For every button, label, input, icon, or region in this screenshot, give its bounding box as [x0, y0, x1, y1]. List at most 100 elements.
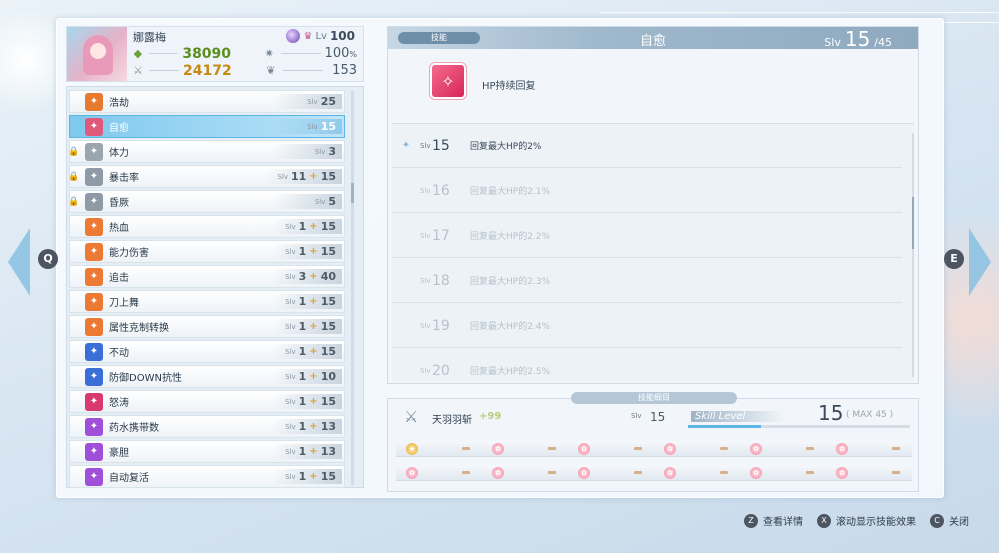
skill-level-bar-fill — [688, 425, 762, 428]
element-orb-icon — [286, 29, 301, 43]
skill-row[interactable]: ✦ 浩劫 Slv 25 — [69, 90, 345, 113]
skill-list-scroll-thumb[interactable] — [351, 183, 354, 203]
revive-icon: ✦ — [85, 467, 103, 486]
flower-gem-icon: ✿ — [492, 442, 504, 455]
skill-row[interactable]: ✦ 药水携带数 Slv 1 +13 — [69, 415, 345, 438]
hint-label: 查看详情 — [763, 517, 803, 528]
level-list-scrollbar[interactable] — [912, 133, 914, 377]
flower-gem-icon: ✿ — [836, 442, 848, 455]
flower-gem-icon: ✿ — [664, 442, 676, 455]
skill-name: 自动复活 — [109, 473, 149, 484]
detail-header: 技能 自愈 Slv 15 /45 — [388, 27, 918, 51]
level-effect-row: Slv 19 回复最大HP的2.4% — [392, 304, 902, 348]
level-effect-row: ✦ Slv 15 回复最大HP的2% — [392, 124, 902, 168]
skill-level: Slv 1 +15 — [272, 244, 342, 259]
wave-icon: ✦ — [85, 392, 103, 411]
skill-name: 怒涛 — [109, 398, 129, 409]
skill-list-scrollbar[interactable] — [351, 91, 354, 485]
skill-level: Slv 1 +15 — [272, 344, 342, 359]
character-card: 娜露梅 ♛ Lv 100 ◆ 38090 ✷ 100% ⚔ 24172 ❦ 15… — [66, 26, 364, 82]
level-effect-row: Slv 20 回复最大HP的2.5% — [392, 349, 902, 381]
awakening-gem-slot: ✿ — [826, 441, 912, 457]
detail-slv-max: /45 — [874, 36, 892, 49]
level-effect-list: ✦ Slv 15 回复最大HP的2% Slv 16 回复最大HP的2.1% Slv 17 回复最大… — [392, 123, 914, 381]
skill-level: Slv 1 +13 — [272, 444, 342, 459]
skill-level: Slv 5 — [272, 194, 342, 209]
stat-row-top: ◆ 38090 ✷ 100% — [131, 45, 361, 62]
skill-row[interactable]: ✦ 豪胆 Slv 1 +13 — [69, 440, 345, 463]
skill-row[interactable]: 🔒 ✦ 暴击率 Slv 11 +15 — [68, 165, 345, 188]
hp-diamond-icon: ◆ — [133, 47, 143, 60]
skill-name: 防御DOWN抗性 — [109, 373, 182, 384]
star-swap-icon: ✦ — [85, 317, 103, 336]
character-name: 娜露梅 — [133, 31, 166, 44]
skill-row[interactable]: ✦ 怒涛 Slv 1 +15 — [69, 390, 345, 413]
heart-icon: ✦ — [85, 142, 103, 161]
skill-detail-panel: 技能 自愈 Slv 15 /45 ✧ HP持续回复 ✦ Slv 15 回复最大HP的2… — [387, 26, 919, 384]
star-icon: ✦ — [85, 292, 103, 311]
attack-sword-icon: ⚔ — [133, 64, 143, 77]
skill-name: 刀上舞 — [109, 298, 139, 309]
star-gem-icon: ★ — [406, 442, 418, 455]
hint-button[interactable]: Z 查看详情 — [744, 513, 803, 528]
skill-name: 暴击率 — [109, 173, 139, 184]
lock-icon: 🔒 — [68, 196, 80, 207]
sword-icon: ✦ — [85, 92, 103, 111]
skill-level: Slv 1 +15 — [272, 219, 342, 234]
skill-row[interactable]: ✦ 能力伤害 Slv 1 +15 — [69, 240, 345, 263]
skill-name: 属性克制转换 — [109, 323, 169, 334]
skill-level-max: ( MAX 45 ) — [846, 410, 894, 420]
skill-name: 昏厥 — [109, 198, 129, 209]
awakening-gem-slot: ✿ — [654, 441, 740, 457]
level-list-scroll-thumb[interactable] — [912, 197, 914, 249]
bonus-plus-icon: + — [309, 346, 318, 357]
flower-gem-icon: ✿ — [750, 466, 762, 479]
crit-value: 100% — [324, 46, 357, 61]
skill-row[interactable]: ✦ 追击 Slv 3 +40 — [69, 265, 345, 288]
flower-gem-icon: ✿ — [578, 442, 590, 455]
level-label: Lv — [315, 30, 327, 42]
skill-name: 浩劫 — [109, 98, 129, 109]
flower-gem-icon: ✿ — [492, 466, 504, 479]
skill-name: 药水携带数 — [109, 423, 159, 434]
awakening-gem-slot: ✿ — [654, 465, 740, 481]
weapon-slv-value: 15 — [650, 410, 666, 424]
skill-row[interactable]: 🔒 ✦ 昏厥 Slv 5 — [68, 190, 345, 213]
pursuit-icon: ✦ — [85, 267, 103, 286]
attack-value: 24172 — [183, 62, 232, 79]
skill-level: Slv 1 +15 — [272, 319, 342, 334]
sparkle-icon: ✦ — [85, 117, 103, 136]
weapon-plus: +99 — [479, 411, 502, 422]
stun-icon: ✦ — [85, 192, 103, 211]
level-effect-row: Slv 17 回复最大HP的2.2% — [392, 214, 902, 258]
skill-row[interactable]: ✦ 属性克制转换 Slv 1 +15 — [69, 315, 345, 338]
skill-row[interactable]: ✦ 刀上舞 Slv 1 +15 — [69, 290, 345, 313]
hint-label: 关闭 — [949, 517, 969, 528]
skill-row[interactable]: ✦ 热血 Slv 1 +15 — [69, 215, 345, 238]
skill-level: Slv 25 — [272, 94, 342, 109]
button-hints: Z 查看详情 X 滚动显示技能效果 C 关闭 — [744, 513, 969, 528]
skill-row[interactable]: ✦ 自动复活 Slv 1 +15 — [69, 465, 345, 488]
key-icon: C — [930, 513, 944, 528]
left-panel: 娜露梅 ♛ Lv 100 ◆ 38090 ✷ 100% ⚔ 24172 ❦ 15… — [66, 26, 364, 492]
skill-level: Slv 15 — [272, 119, 342, 134]
level-effect-row: Slv 18 回复最大HP的2.3% — [392, 259, 902, 303]
previous-character-arrow[interactable] — [8, 228, 30, 296]
skill-description: HP持续回复 — [482, 81, 536, 92]
potion-icon: ✦ — [85, 417, 103, 436]
key-icon: X — [817, 513, 831, 528]
hint-button[interactable]: C 关闭 — [930, 513, 969, 528]
next-character-arrow[interactable] — [969, 228, 991, 296]
bonus-plus-icon: + — [309, 471, 318, 482]
skill-row[interactable]: ✦ 不动 Slv 1 +15 — [69, 340, 345, 363]
skill-row[interactable]: 🔒 ✦ 体力 Slv 3 — [68, 140, 345, 163]
hint-button[interactable]: X 滚动显示技能效果 — [817, 513, 916, 528]
awakening-gem-slot: ✿ — [740, 441, 826, 457]
flower-gem-icon: ✿ — [664, 466, 676, 479]
skill-level: Slv 3 +40 — [272, 269, 342, 284]
bonus-plus-icon: + — [309, 396, 318, 407]
lock-icon: 🔒 — [68, 171, 80, 182]
skill-row[interactable]: ✦ 防御DOWN抗性 Slv 1 +10 — [69, 365, 345, 388]
skill-row[interactable]: ✦ 自愈 Slv 15 — [69, 115, 345, 138]
weapon-name: 天羽羽斩 — [432, 415, 472, 426]
